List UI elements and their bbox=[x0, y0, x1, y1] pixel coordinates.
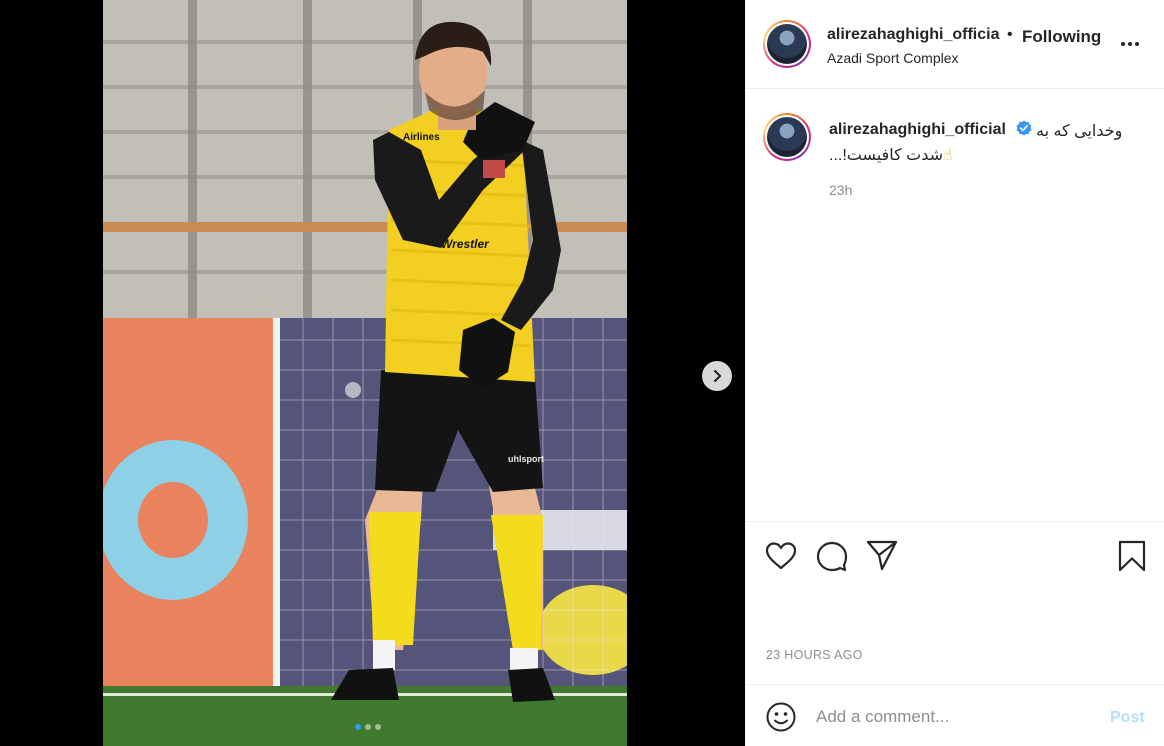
caption-text-line2-words: ...!شدت کافیست bbox=[829, 147, 944, 164]
comment-button[interactable] bbox=[815, 539, 849, 573]
save-button[interactable] bbox=[1115, 539, 1149, 573]
jersey-brand-text: Wrestler bbox=[441, 237, 490, 251]
pointing-up-emoji: ☝ bbox=[943, 147, 953, 164]
comment-bubble-icon bbox=[816, 541, 848, 572]
more-horizontal-icon[interactable] bbox=[1120, 34, 1140, 54]
instagram-post-modal: Airlines Wrestler uhlsport alirezahaghig… bbox=[0, 0, 1164, 746]
post-comment-button[interactable]: Post bbox=[1110, 709, 1145, 727]
share-button[interactable] bbox=[865, 538, 899, 572]
post-location[interactable]: Azadi Sport Complex bbox=[827, 50, 959, 66]
media-viewer: Airlines Wrestler uhlsport bbox=[0, 0, 745, 746]
caption-section: alirezahaghighi_official وخدایی که به ..… bbox=[746, 89, 1164, 522]
post-side-panel: alirezahaghighi_officia • Following Azad… bbox=[745, 0, 1164, 746]
author-avatar[interactable] bbox=[763, 20, 811, 68]
add-comment-bar: Post bbox=[746, 684, 1164, 746]
avatar-image bbox=[767, 117, 807, 157]
author-username[interactable]: alirezahaghighi_officia bbox=[827, 26, 999, 44]
post-timestamp[interactable]: 23 HOURS AGO bbox=[766, 648, 863, 662]
following-button[interactable]: Following bbox=[1022, 27, 1101, 47]
caption-text-line2: ...!شدت کافیست☝ bbox=[829, 145, 953, 165]
carousel-dot-2 bbox=[365, 724, 371, 730]
post-header: alirezahaghighi_officia • Following Azad… bbox=[746, 0, 1164, 89]
like-button[interactable] bbox=[764, 539, 798, 573]
bookmark-icon bbox=[1118, 540, 1146, 572]
smiley-icon[interactable] bbox=[765, 701, 797, 733]
carousel-next-button[interactable] bbox=[702, 361, 732, 391]
chevron-right-icon bbox=[713, 369, 722, 383]
shorts-brand-text: uhlsport bbox=[508, 454, 544, 464]
header-separator: • bbox=[1007, 26, 1013, 43]
verified-badge-icon bbox=[1016, 120, 1032, 136]
post-photo[interactable]: Airlines Wrestler uhlsport bbox=[103, 0, 627, 746]
avatar-image bbox=[767, 24, 807, 64]
heart-icon bbox=[765, 542, 797, 570]
caption-author-avatar[interactable] bbox=[763, 113, 811, 161]
caption-username[interactable]: alirezahaghighi_official bbox=[829, 121, 1006, 139]
post-actions-bar bbox=[746, 522, 1164, 592]
goalkeeper-photo: Airlines Wrestler uhlsport bbox=[103, 0, 627, 746]
carousel-indicator bbox=[355, 724, 381, 730]
carousel-dot-1 bbox=[355, 724, 361, 730]
comment-input[interactable] bbox=[816, 705, 1106, 729]
jersey-sponsor-text: Airlines bbox=[403, 132, 440, 143]
caption-time[interactable]: 23h bbox=[829, 182, 852, 198]
paper-plane-icon bbox=[866, 540, 898, 571]
carousel-dot-3 bbox=[375, 724, 381, 730]
caption-text-line1: وخدایی که به bbox=[1036, 123, 1123, 140]
